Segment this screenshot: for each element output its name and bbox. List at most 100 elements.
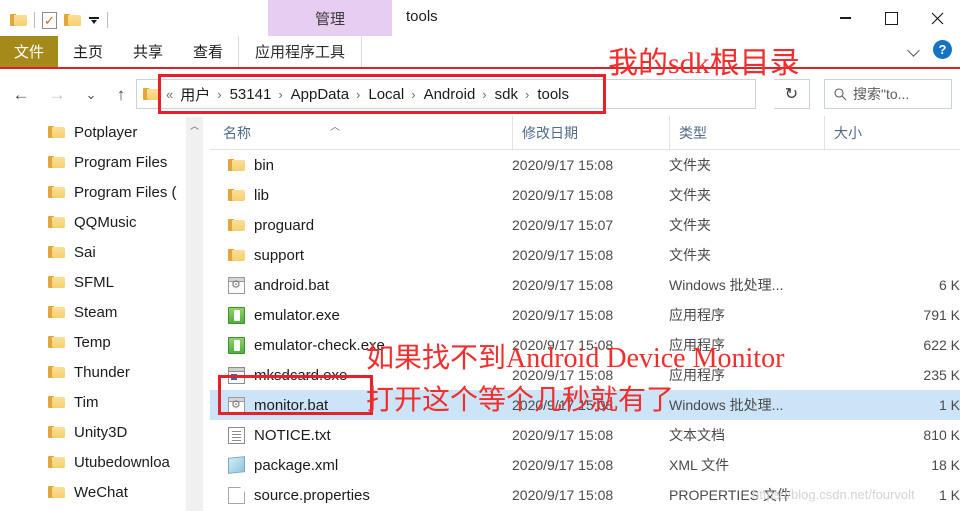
table-row[interactable]: android.bat 2020/9/17 15:08 Windows 批处理.…	[210, 270, 960, 300]
tree-item-potplayer[interactable]: Potplayer	[0, 117, 186, 147]
file-type-cell: Windows 批处理...	[669, 397, 784, 413]
annotation-monitor-line1: 如果找不到Android Device Monitor	[366, 343, 785, 374]
folder-icon	[48, 425, 65, 439]
tree-item-label: Potplayer	[74, 123, 138, 141]
file-date-cell: 2020/9/17 15:08	[512, 307, 614, 323]
folder-icon	[48, 125, 65, 139]
back-button[interactable]: ←	[8, 83, 34, 107]
exe-file-icon	[228, 306, 245, 324]
breadcrumb-sep-5: ›	[524, 86, 530, 102]
table-row[interactable]: emulator.exe 2020/9/17 15:08 应用程序 791 K	[210, 300, 960, 330]
tab-view-label: 查看	[193, 44, 224, 61]
address-bar[interactable]: « 用户 › 53141 › AppData › Local › Android…	[136, 79, 756, 109]
folder-icon	[48, 155, 65, 169]
address-folder-icon	[143, 87, 160, 101]
maximize-button[interactable]	[868, 0, 914, 36]
contextual-tab-header: 管理	[268, 0, 392, 36]
tree-item-qqmusic[interactable]: QQMusic	[0, 207, 186, 237]
tab-share[interactable]: 共享	[118, 36, 178, 67]
file-date-cell: 2020/9/17 15:08	[512, 457, 614, 473]
navigation-tree-pane: Potplayer Program Files Program Files ( …	[0, 117, 186, 511]
tab-view[interactable]: 查看	[178, 36, 238, 67]
file-size-cell: 622 K	[923, 337, 960, 353]
minimize-button[interactable]	[822, 0, 868, 36]
tab-file-label: 文件	[13, 44, 44, 61]
recent-locations-button[interactable]: ⌄	[78, 83, 104, 107]
tree-item-steam[interactable]: Steam	[0, 297, 186, 327]
search-input[interactable]: 搜索"to...	[824, 79, 952, 109]
file-name-cell: proguard	[210, 217, 512, 234]
folder-icon	[228, 218, 245, 232]
refresh-button[interactable]: ↻	[774, 79, 810, 109]
ribbon-tabs: 文件 主页 共享 查看 应用程序工具	[0, 36, 363, 67]
table-row[interactable]: bin 2020/9/17 15:08 文件夹	[210, 150, 960, 180]
tree-scrollbar[interactable]: ︿	[186, 117, 203, 511]
search-placeholder: 搜索"to...	[853, 86, 910, 102]
up-button[interactable]: ↑	[108, 83, 134, 107]
forward-button[interactable]: →	[44, 83, 70, 107]
file-date-cell: 2020/9/17 15:08	[512, 427, 614, 443]
breadcrumb-item-0[interactable]: 用户	[177, 84, 213, 105]
table-row[interactable]: support 2020/9/17 15:08 文件夹	[210, 240, 960, 270]
table-row[interactable]: proguard 2020/9/17 15:07 文件夹	[210, 210, 960, 240]
close-button[interactable]	[914, 0, 960, 36]
tree-item-utubedownloader[interactable]: Utubedownloa	[0, 447, 186, 477]
txt-file-icon	[228, 426, 245, 444]
breadcrumb-item-2[interactable]: AppData	[288, 86, 352, 103]
table-row[interactable]: NOTICE.txt 2020/9/17 15:08 文本文档 810 K	[210, 420, 960, 450]
folder-icon	[48, 215, 65, 229]
tree-item-temp[interactable]: Temp	[0, 327, 186, 357]
file-type-cell: 文本文档	[669, 427, 725, 443]
breadcrumb-item-1[interactable]: 53141	[227, 86, 275, 103]
file-explorer-window: ✓ 管理 tools 文件 主页 共享 查看 应用程序工具 ? ← → ⌄ ↑ …	[0, 0, 960, 511]
breadcrumb-item-5[interactable]: sdk	[492, 86, 521, 103]
tab-application-tools-label: 应用程序工具	[255, 44, 346, 61]
column-header-name[interactable]: 名称 ︿	[210, 116, 512, 149]
breadcrumb-overflow-icon[interactable]: «	[164, 87, 177, 102]
table-row[interactable]: package.xml 2020/9/17 15:08 XML 文件 18 K	[210, 450, 960, 480]
column-header-name-label: 名称	[223, 124, 251, 141]
scroll-up-icon[interactable]: ︿	[186, 117, 203, 134]
tree-item-label: Steam	[74, 303, 118, 321]
breadcrumb-item-6[interactable]: tools	[534, 86, 572, 103]
file-name-cell: package.xml	[210, 456, 512, 474]
tree-item-program-files[interactable]: Program Files	[0, 147, 186, 177]
breadcrumb-item-3[interactable]: Local	[365, 86, 407, 103]
tree-item-tim[interactable]: Tim	[0, 387, 186, 417]
properties-icon[interactable]: ✓	[42, 11, 57, 29]
customize-dropdown-icon[interactable]	[88, 14, 100, 26]
window-controls	[822, 0, 960, 36]
tab-home[interactable]: 主页	[58, 36, 118, 67]
help-icon[interactable]: ?	[933, 40, 952, 59]
table-row[interactable]: lib 2020/9/17 15:08 文件夹	[210, 180, 960, 210]
tree-item-sai[interactable]: Sai	[0, 237, 186, 267]
tree-item-thunder[interactable]: Thunder	[0, 357, 186, 387]
tree-item-label: Program Files	[74, 153, 168, 171]
column-header-date[interactable]: 修改日期	[512, 116, 669, 149]
file-type-cell: 文件夹	[669, 217, 711, 233]
file-size-cell: 791 K	[923, 307, 960, 323]
chevron-down-icon[interactable]	[907, 43, 921, 57]
plain-file-icon	[228, 486, 245, 504]
tab-file[interactable]: 文件	[0, 36, 58, 67]
folder-icon[interactable]	[10, 13, 27, 27]
new-folder-icon[interactable]	[64, 13, 81, 27]
file-name-label: emulator.exe	[254, 306, 340, 324]
file-date-cell: 2020/9/17 15:08	[512, 277, 614, 293]
breadcrumb-sep-2: ›	[356, 86, 361, 102]
title-bar: ✓ 管理 tools	[0, 0, 960, 40]
column-header-size[interactable]: 大小	[824, 116, 960, 149]
qat-divider	[34, 12, 35, 28]
file-name-cell: NOTICE.txt	[210, 426, 512, 444]
tree-item-program-files-x86[interactable]: Program Files (	[0, 177, 186, 207]
file-name-label: NOTICE.txt	[254, 426, 331, 444]
breadcrumb-item-4[interactable]: Android	[421, 86, 479, 103]
tree-item-unity3d[interactable]: Unity3D	[0, 417, 186, 447]
tab-application-tools[interactable]: 应用程序工具	[238, 36, 363, 67]
file-name-cell: bin	[210, 157, 512, 174]
tree-item-wechat[interactable]: WeChat	[0, 477, 186, 507]
column-header-type[interactable]: 类型	[669, 116, 824, 149]
folder-icon	[48, 275, 65, 289]
file-date-cell: 2020/9/17 15:08	[512, 487, 614, 503]
tree-item-sfml[interactable]: SFML	[0, 267, 186, 297]
